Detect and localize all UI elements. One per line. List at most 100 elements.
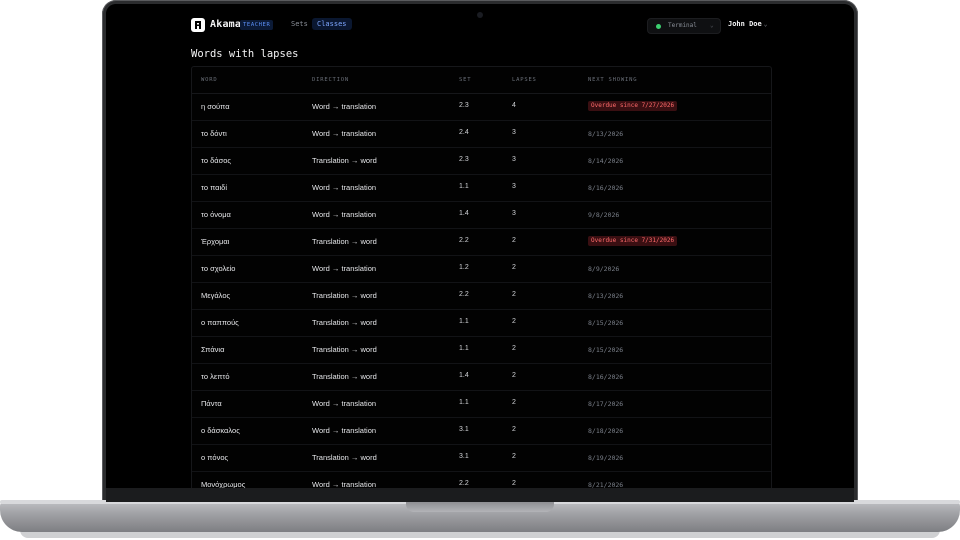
table-row[interactable]: το όνομα Word → translation 1.4 3 9/8/2026 — [192, 202, 771, 229]
laptop-chin — [106, 488, 854, 502]
column-header-word: WORD — [201, 77, 218, 83]
cell-word: το όνομα — [201, 210, 231, 219]
cell-lapses: 2 — [512, 426, 516, 433]
cell-lapses: 4 — [512, 102, 516, 109]
cell-word: ο δάσκαλος — [201, 426, 240, 435]
overdue-badge: Overdue since 7/27/2026 — [588, 101, 678, 111]
cell-lapses: 2 — [512, 318, 516, 325]
cell-next-showing: 8/15/2026 — [588, 346, 624, 354]
cell-next-showing: 8/9/2026 — [588, 265, 620, 273]
cell-set: 1.4 — [459, 372, 469, 379]
cell-lapses: 3 — [512, 183, 516, 190]
cell-set: 2.3 — [459, 156, 469, 163]
table-row[interactable]: Μονόχρωμος Word → translation 2.2 2 8/21/202… — [192, 472, 771, 488]
cell-next-showing: 9/8/2026 — [588, 211, 620, 219]
cell-word: Πάντα — [201, 399, 222, 408]
cell-next-showing: 8/17/2026 — [588, 400, 624, 408]
cell-word: το δάσος — [201, 156, 232, 165]
cell-next-showing: 8/16/2026 — [588, 184, 624, 192]
cell-direction: Word → translation — [312, 102, 377, 111]
table-row[interactable]: το λεπτό Translation → word 1.4 2 8/16/2026 — [192, 364, 771, 391]
terminal-label: Terminal — [668, 22, 697, 29]
screen: Akama TEACHER Sets Classes Terminal ⌄ Jo… — [106, 4, 854, 488]
cell-set: 1.1 — [459, 318, 469, 325]
cell-direction: Translation → word — [312, 156, 377, 165]
cell-direction: Translation → word — [312, 345, 377, 354]
cell-lapses: 2 — [512, 345, 516, 352]
cell-direction: Word → translation — [312, 399, 377, 408]
user-menu[interactable]: John Doe ⌄ — [728, 20, 767, 28]
overdue-badge: Overdue since 7/31/2026 — [588, 236, 678, 246]
cell-direction: Word → translation — [312, 129, 377, 138]
cell-next-showing: 8/19/2026 — [588, 454, 624, 462]
cell-set: 2.2 — [459, 291, 469, 298]
table-row[interactable]: το σχολείο Word → translation 1.2 2 8/9/2026 — [192, 256, 771, 283]
cell-set: 3.1 — [459, 426, 469, 433]
cell-set: 2.3 — [459, 102, 469, 109]
brand-name[interactable]: Akama — [210, 19, 241, 30]
cell-next-showing: 8/21/2026 — [588, 481, 624, 488]
cell-lapses: 2 — [512, 399, 516, 406]
terminal-button[interactable]: Terminal ⌄ — [647, 18, 721, 34]
cell-next-showing: 8/18/2026 — [588, 427, 624, 435]
cell-set: 1.2 — [459, 264, 469, 271]
cell-next-showing: 8/15/2026 — [588, 319, 624, 327]
table-row[interactable]: η σούπα Word → translation 2.3 4 Overdue sin… — [192, 94, 771, 121]
user-name: John Doe — [728, 20, 762, 28]
table-row[interactable]: Σπάνια Translation → word 1.1 2 8/15/2026 — [192, 337, 771, 364]
table-row[interactable]: ο πόνος Translation → word 3.1 2 8/19/2026 — [192, 445, 771, 472]
cell-word: Μεγάλος — [201, 291, 231, 300]
cell-word: η σούπα — [201, 102, 230, 111]
table-row[interactable]: ο παππούς Translation → word 1.1 2 8/15/2026 — [192, 310, 771, 337]
cell-lapses: 3 — [512, 210, 516, 217]
laptop-notch — [406, 502, 554, 512]
cell-next-showing: 8/13/2026 — [588, 292, 624, 300]
cell-direction: Translation → word — [312, 318, 377, 327]
cell-word: ο παππούς — [201, 318, 239, 327]
cell-lapses: 2 — [512, 264, 516, 271]
nav-sets[interactable]: Sets — [291, 20, 308, 28]
cell-next-showing: 8/14/2026 — [588, 157, 624, 165]
cell-set: 2.2 — [459, 480, 469, 487]
column-header-lapses: LAPSES — [512, 77, 537, 83]
table-row[interactable]: Πάντα Word → translation 1.1 2 8/17/2026 — [192, 391, 771, 418]
column-header-next-showing: NEXT SHOWING — [588, 77, 638, 83]
cell-next-showing: 8/13/2026 — [588, 130, 624, 138]
nav-classes[interactable]: Classes — [312, 18, 352, 30]
table-row[interactable]: Έρχομαι Translation → word 2.2 2 Overdue sin… — [192, 229, 771, 256]
cell-word: το λεπτό — [201, 372, 230, 381]
cell-direction: Word → translation — [312, 480, 377, 488]
role-badge: TEACHER — [240, 20, 274, 30]
camera-icon — [477, 12, 483, 18]
cell-direction: Word → translation — [312, 210, 377, 219]
cell-set: 1.1 — [459, 399, 469, 406]
cell-set: 2.4 — [459, 129, 469, 136]
cell-word: Μονόχρωμος — [201, 480, 246, 488]
chevron-down-icon: ⌄ — [763, 21, 768, 28]
column-header-set: SET — [459, 77, 472, 83]
cell-direction: Word → translation — [312, 426, 377, 435]
akama-logo-icon[interactable] — [191, 18, 205, 32]
cell-next-showing: 8/16/2026 — [588, 373, 624, 381]
cell-set: 1.1 — [459, 345, 469, 352]
cell-word: ο πόνος — [201, 453, 229, 462]
cell-direction: Word → translation — [312, 264, 377, 273]
cell-lapses: 2 — [512, 372, 516, 379]
cell-set: 2.2 — [459, 237, 469, 244]
cell-word: Σπάνια — [201, 345, 225, 354]
table-header: WORD DIRECTION SET LAPSES NEXT SHOWING — [192, 67, 771, 94]
cell-direction: Translation → word — [312, 237, 377, 246]
page-title: Words with lapses — [191, 48, 299, 60]
cell-lapses: 2 — [512, 453, 516, 460]
table-row[interactable]: το παιδί Word → translation 1.1 3 8/16/2026 — [192, 175, 771, 202]
cell-lapses: 2 — [512, 237, 516, 244]
cell-direction: Translation → word — [312, 372, 377, 381]
table-row[interactable]: Μεγάλος Translation → word 2.2 2 8/13/2026 — [192, 283, 771, 310]
cell-set: 1.4 — [459, 210, 469, 217]
cell-set: 1.1 — [459, 183, 469, 190]
table-row[interactable]: ο δάσκαλος Word → translation 3.1 2 8/18/202… — [192, 418, 771, 445]
cell-set: 3.1 — [459, 453, 469, 460]
table-row[interactable]: το δόντι Word → translation 2.4 3 8/13/2026 — [192, 121, 771, 148]
cell-direction: Word → translation — [312, 183, 377, 192]
table-row[interactable]: το δάσος Translation → word 2.3 3 8/14/2026 — [192, 148, 771, 175]
